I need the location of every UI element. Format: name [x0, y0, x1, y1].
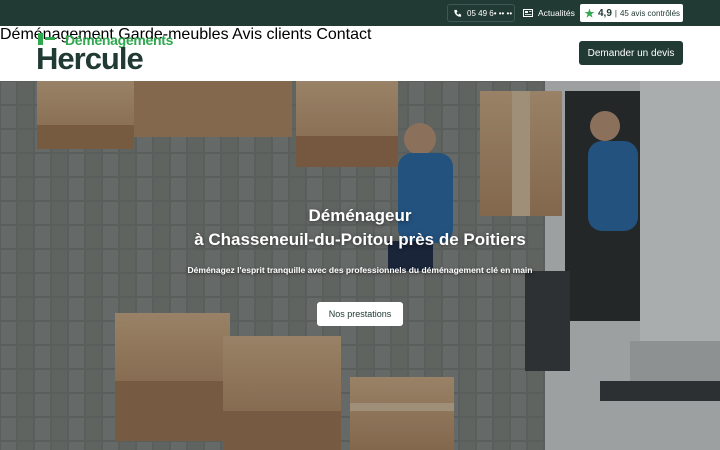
site-header: Déménagements Hercule Déménagement Garde…	[0, 26, 720, 81]
newspaper-icon	[523, 9, 533, 17]
nav-contact[interactable]: Contact	[316, 26, 371, 43]
phone-button[interactable]: 05 49 6• •• ••	[447, 4, 515, 22]
phone-number: 05 49 6• •• ••	[467, 8, 513, 18]
services-button[interactable]: Nos prestations	[317, 302, 403, 326]
top-bar: 05 49 6• •• •• Actualités 4,9 | 45 avis …	[0, 0, 720, 26]
phone-icon	[454, 9, 462, 17]
nav-avis-clients[interactable]: Avis clients	[232, 26, 312, 43]
reviews-badge[interactable]: 4,9 | 45 avis contrôlés	[580, 4, 683, 22]
rating-score: 4,9	[598, 7, 612, 19]
logo-main-text: Hercule	[36, 41, 144, 76]
hero-title-line1: Déménageur	[308, 206, 412, 225]
hero-subtitle: Déménagez l'esprit tranquille avec des p…	[187, 265, 533, 275]
hero-section: Déménageur à Chasseneuil-du-Poitou près …	[0, 81, 720, 450]
hero-title-line2: à Chasseneuil-du-Poitou près de Poitiers	[194, 230, 526, 249]
star-badge-icon	[584, 7, 595, 18]
request-quote-button[interactable]: Demander un devis	[579, 41, 683, 65]
news-label: Actualités	[538, 8, 575, 18]
rating-separator: |	[614, 8, 617, 18]
rating-count: 45 avis contrôlés	[619, 8, 681, 18]
news-link[interactable]: Actualités	[523, 4, 575, 22]
logo[interactable]: Déménagements Hercule	[36, 32, 173, 78]
